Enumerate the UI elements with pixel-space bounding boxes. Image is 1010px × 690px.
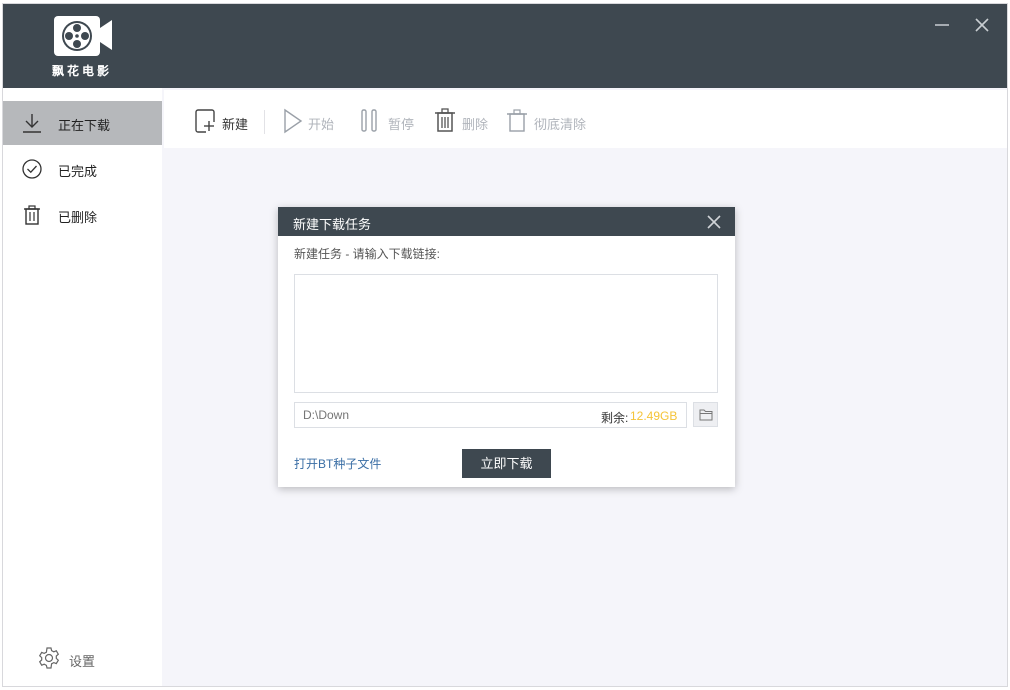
pause-icon bbox=[360, 108, 384, 134]
dialog-prompt: 新建任务 - 请输入下载链接: bbox=[294, 247, 440, 261]
sidebar: 正在下载 已完成 已删除 设置 bbox=[3, 88, 162, 686]
close-window-button[interactable] bbox=[971, 14, 993, 36]
new-task-button[interactable]: 新建 bbox=[194, 108, 250, 134]
download-icon bbox=[21, 112, 43, 134]
clear-all-button[interactable]: 彻底清除 bbox=[506, 108, 590, 134]
minimize-button[interactable] bbox=[931, 14, 953, 36]
sidebar-item-label: 已完成 bbox=[58, 164, 98, 179]
app-logo: 飘花电影 bbox=[47, 14, 117, 82]
save-path-input[interactable] bbox=[303, 406, 563, 424]
sidebar-item-deleted[interactable]: 已删除 bbox=[3, 193, 162, 237]
title-bar: 飘花电影 bbox=[3, 4, 1007, 88]
pause-button[interactable]: 暂停 bbox=[360, 108, 416, 134]
trash-icon bbox=[21, 204, 43, 226]
new-task-label: 新建 bbox=[222, 117, 249, 132]
browse-folder-button[interactable] bbox=[693, 402, 718, 427]
free-space-value: 12.49GB bbox=[630, 409, 678, 423]
folder-icon bbox=[699, 409, 713, 421]
add-file-icon bbox=[194, 108, 218, 134]
download-now-button[interactable]: 立即下载 bbox=[462, 449, 551, 478]
sidebar-item-downloading[interactable]: 正在下载 bbox=[3, 101, 162, 145]
dialog-close-button[interactable] bbox=[706, 214, 722, 230]
toolbar: 新建 开始 暂停 删除 彻底清除 bbox=[164, 90, 1007, 148]
settings-button[interactable]: 设置 bbox=[37, 644, 117, 674]
sidebar-item-label: 已删除 bbox=[58, 210, 98, 225]
download-link-input[interactable] bbox=[294, 274, 718, 393]
dialog-header: 新建下载任务 bbox=[278, 207, 735, 236]
save-path-field: 剩余: 12.49GB bbox=[294, 402, 687, 428]
close-icon bbox=[975, 18, 989, 32]
settings-label: 设置 bbox=[69, 654, 96, 669]
gear-icon bbox=[37, 646, 61, 670]
open-bt-torrent-link[interactable]: 打开BT种子文件 bbox=[294, 455, 381, 472]
clear-all-label: 彻底清除 bbox=[534, 117, 587, 132]
trash-icon bbox=[434, 108, 458, 134]
pause-label: 暂停 bbox=[388, 117, 415, 132]
new-download-dialog: 新建下载任务 新建任务 - 请输入下载链接: 剩余: 12.49GB 打开BT种… bbox=[278, 207, 735, 487]
delete-button[interactable]: 删除 bbox=[434, 108, 490, 134]
start-button[interactable]: 开始 bbox=[282, 108, 338, 134]
close-icon bbox=[707, 215, 721, 229]
minimize-icon bbox=[935, 24, 949, 26]
delete-label: 删除 bbox=[462, 117, 489, 132]
trash-empty-icon bbox=[506, 108, 530, 134]
start-label: 开始 bbox=[308, 117, 335, 132]
free-space-label: 剩余: bbox=[601, 411, 629, 425]
app-window: 飘花电影 正在下载 已完成 已删除 设置 新建 开始 暂停 删除 彻底清除 新建… bbox=[2, 3, 1008, 687]
check-circle-icon bbox=[21, 158, 43, 180]
toolbar-divider bbox=[264, 110, 265, 134]
sidebar-item-label: 正在下载 bbox=[58, 118, 111, 133]
dialog-title: 新建下载任务 bbox=[293, 217, 372, 232]
sidebar-item-completed[interactable]: 已完成 bbox=[3, 147, 162, 191]
play-icon bbox=[282, 108, 306, 134]
film-reel-icon bbox=[54, 16, 112, 56]
app-name: 飘花电影 bbox=[51, 64, 112, 78]
